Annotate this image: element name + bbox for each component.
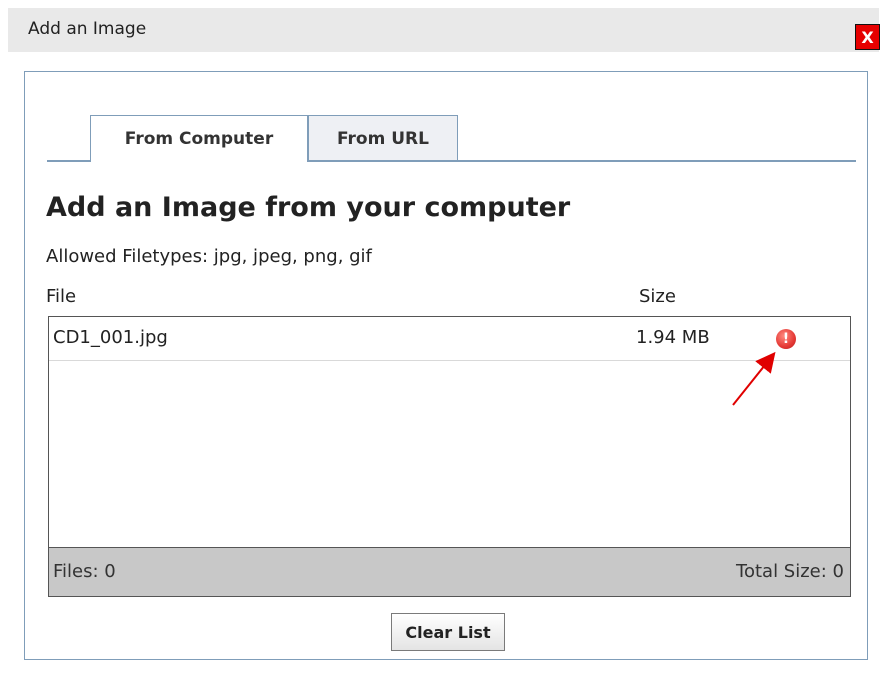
add-image-dialog: From Computer From URL Add an Image from… [24, 71, 868, 660]
tab-from-url[interactable]: From URL [308, 115, 458, 161]
clear-list-button[interactable]: Clear List [391, 613, 505, 651]
page-heading: Add an Image from your computer [46, 192, 571, 223]
column-header-file: File [46, 286, 77, 307]
dialog-title: Add an Image [28, 19, 147, 39]
file-row[interactable]: CD1_001.jpg 1.94 MB ! [49, 317, 850, 361]
allowed-filetypes-text: Allowed Filetypes: jpg, jpeg, png, gif [46, 246, 372, 267]
column-header-size: Size [639, 286, 676, 307]
dialog-title-bar: Add an Image [8, 8, 879, 52]
total-size: Total Size: 0 [736, 561, 844, 582]
files-count: Files: 0 [53, 561, 116, 582]
close-button[interactable]: X [855, 24, 880, 50]
error-icon[interactable]: ! [776, 329, 796, 349]
file-size: 1.94 MB [636, 327, 710, 348]
file-list-footer: Files: 0 Total Size: 0 [49, 547, 850, 596]
file-list: CD1_001.jpg 1.94 MB ! Files: 0 Total Siz… [48, 316, 851, 597]
tab-from-computer[interactable]: From Computer [90, 115, 308, 162]
file-name: CD1_001.jpg [53, 327, 168, 348]
